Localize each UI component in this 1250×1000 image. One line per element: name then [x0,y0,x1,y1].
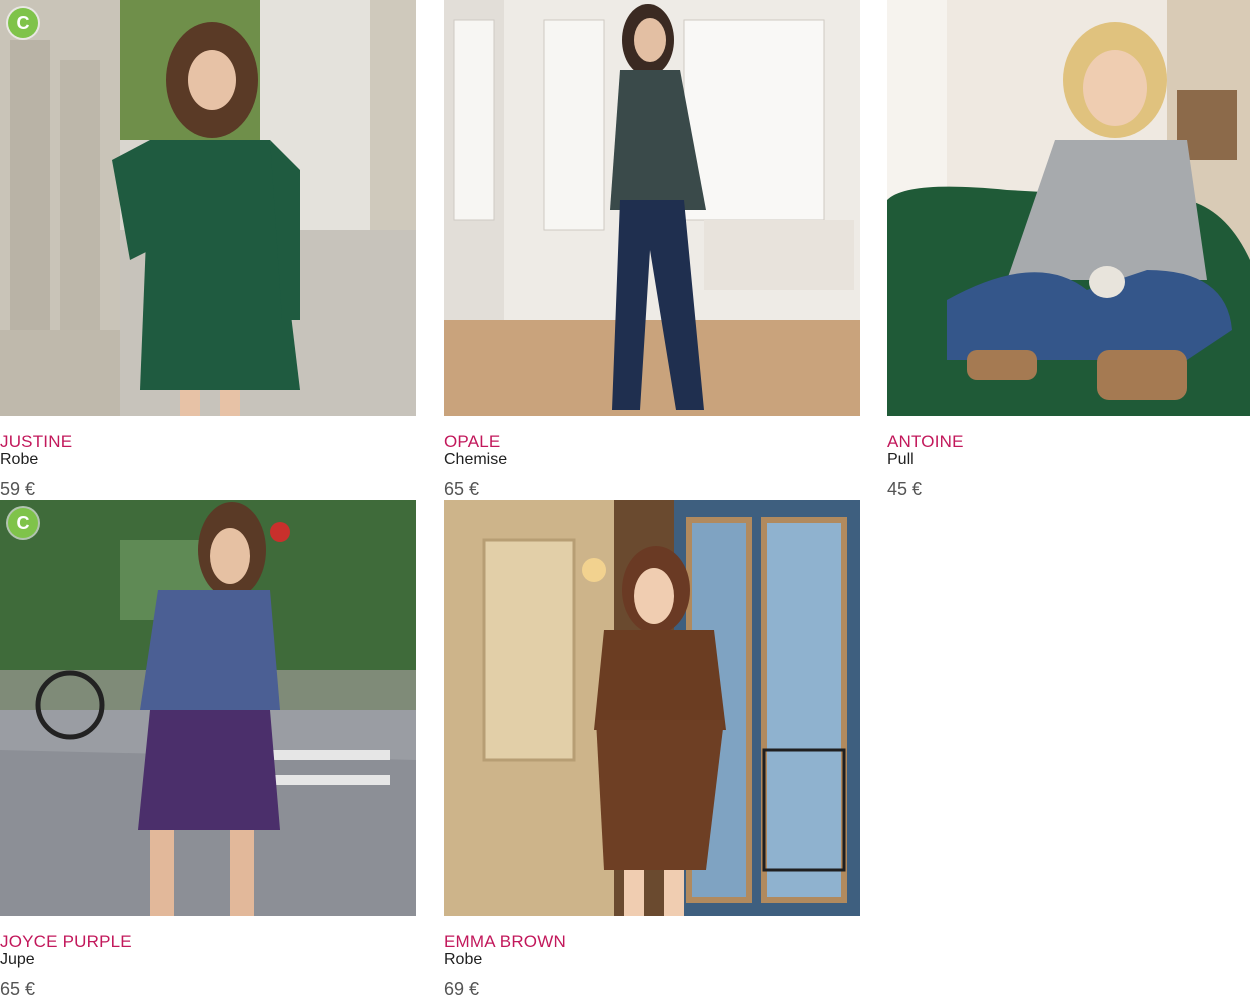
product-type: Chemise [444,451,508,468]
product-image-shirt-jeans [444,0,860,416]
product-type: Robe [444,951,483,968]
product-type: Jupe [0,951,35,968]
product-card-opale[interactable]: OPALE Chemise 65 € [444,0,860,498]
product-name[interactable]: EMMA BROWN [444,933,860,952]
product-price: 45 € [887,479,923,499]
product-price: 65 € [0,979,36,999]
product-name[interactable]: JOYCE PURPLE [0,933,416,952]
eco-badge-icon: C [8,508,38,538]
product-photo[interactable] [444,0,860,416]
product-card-antoine[interactable]: ANTOINE Pull 45 € [887,0,1250,498]
product-name[interactable]: OPALE [444,433,860,452]
product-photo[interactable] [444,500,860,916]
product-photo[interactable] [887,0,1250,416]
product-price: 65 € [444,479,480,499]
product-photo[interactable]: C [0,0,416,416]
eco-badge-icon: C [8,8,38,38]
product-price: 59 € [0,479,36,499]
product-card-justine[interactable]: C JUSTINE Robe 59 € [0,0,416,498]
product-type: Pull [887,451,914,468]
product-photo[interactable]: C [0,500,416,916]
product-image-purple-skirt [0,500,416,916]
product-image-brown-dress [444,500,860,916]
product-type: Robe [0,451,39,468]
product-name[interactable]: JUSTINE [0,433,416,452]
product-card-emma-brown[interactable]: EMMA BROWN Robe 69 € [444,500,860,998]
product-price: 69 € [444,979,480,999]
product-image-grey-sweater [887,0,1250,416]
product-image-green-dress [0,0,416,416]
product-card-joyce-purple[interactable]: C JOYCE PURPLE Jupe 65 € [0,500,416,998]
product-name[interactable]: ANTOINE [887,433,1250,452]
